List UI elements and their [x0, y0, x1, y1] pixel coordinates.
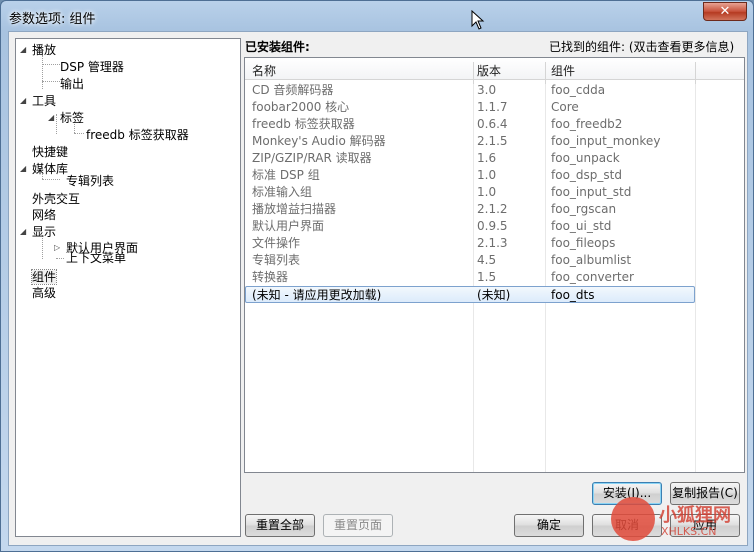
tree-item-tools[interactable]: ◢ 工具 — [20, 93, 56, 109]
tree-guide — [42, 179, 60, 180]
installed-components-heading: 已安装组件: — [245, 40, 310, 54]
mouse-cursor-icon — [471, 10, 485, 30]
column-header-name[interactable]: 名称 — [252, 62, 276, 79]
tree-item-context-menu[interactable]: 上下文菜单 — [66, 250, 126, 266]
table-row[interactable]: 播放增益扫描器 2.1.2 foo_rgscan — [245, 201, 695, 218]
expand-toggle-icon[interactable]: ◢ — [20, 224, 32, 240]
table-row[interactable]: 默认用户界面 0.9.5 foo_ui_std — [245, 218, 695, 235]
tree-guide — [42, 64, 60, 65]
table-row[interactable]: 转换器 1.5 foo_converter — [245, 269, 695, 286]
tree-item-album-list[interactable]: 专辑列表 — [66, 173, 114, 189]
expand-toggle-icon[interactable]: ▷ — [54, 240, 66, 256]
tree-item-freedb-tagger[interactable]: freedb 标签获取器 — [86, 127, 189, 143]
ok-button[interactable]: 确定 — [514, 514, 584, 537]
table-row-selected[interactable]: (未知 - 请应用更改加载) (未知) foo_dts — [245, 286, 695, 303]
tree-item-shell-integration[interactable]: 外壳交互 — [32, 191, 80, 207]
tree-guide — [56, 258, 64, 259]
tree-item-components[interactable]: 组件 — [30, 269, 58, 285]
table-row[interactable]: foobar2000 核心 1.1.7 Core — [245, 99, 695, 116]
table-row[interactable]: 专辑列表 4.5 foo_albumlist — [245, 252, 695, 269]
title-bar[interactable]: 参数选项: 组件 ✕ — [1, 1, 753, 31]
column-header-version[interactable]: 版本 — [477, 62, 501, 79]
expand-toggle-icon[interactable]: ◢ — [48, 110, 60, 126]
table-row[interactable]: freedb 标签获取器 0.6.4 foo_freedb2 — [245, 116, 695, 133]
tree-item-output[interactable]: 输出 — [60, 76, 84, 92]
watermark-text: 小狐狸网 — [659, 505, 731, 526]
site-watermark: 小狐狸网 XHLKS.CN — [601, 495, 751, 549]
list-header: 名称 版本 组件 — [245, 58, 744, 84]
tree-item-dsp-manager[interactable]: DSP 管理器 — [60, 59, 124, 75]
expand-toggle-icon[interactable]: ◢ — [20, 161, 32, 177]
header-divider[interactable] — [473, 62, 474, 84]
table-row[interactable]: ZIP/GZIP/RAR 读取器 1.6 foo_unpack — [245, 150, 695, 167]
reset-all-button[interactable]: 重置全部 — [245, 514, 315, 537]
header-divider[interactable] — [545, 62, 546, 84]
found-components-hint: 已找到的组件: (双击查看更多信息) — [549, 40, 735, 54]
tree-guide — [42, 81, 60, 82]
table-row[interactable]: 文件操作 2.1.3 foo_fileops — [245, 235, 695, 252]
window-title: 参数选项: 组件 — [9, 12, 96, 27]
tree-item-media-library[interactable]: ◢ 媒体库 — [20, 161, 68, 177]
tree-item-shortcuts[interactable]: 快捷键 — [32, 144, 68, 160]
tree-item-advanced[interactable]: 高级 — [32, 285, 56, 301]
column-separator — [695, 58, 696, 472]
table-row[interactable]: Monkey's Audio 解码器 2.1.5 foo_input_monkey — [245, 133, 695, 150]
header-divider[interactable] — [695, 62, 696, 84]
table-row[interactable]: 标准 DSP 组 1.0 foo_dsp_std — [245, 167, 695, 184]
tree-item-networking[interactable]: 网络 — [32, 207, 56, 223]
preferences-tree[interactable]: ◢ 播放 DSP 管理器 输出 ◢ 工具 ◢ 标签 freedb 标签获取器 快捷键 … — [15, 38, 241, 537]
expand-toggle-icon[interactable]: ◢ — [20, 42, 32, 58]
reset-page-button: 重置页面 — [323, 514, 393, 537]
table-row[interactable]: 标准输入组 1.0 foo_input_std — [245, 184, 695, 201]
table-row[interactable]: CD 音频解码器 3.0 foo_cdda — [245, 82, 695, 99]
tree-guide — [74, 133, 84, 134]
watermark-subtext: XHLKS.CN — [661, 525, 717, 538]
tree-item-tagging[interactable]: ◢ 标签 — [48, 110, 84, 126]
close-button[interactable]: ✕ — [703, 2, 747, 21]
tree-item-playback[interactable]: ◢ 播放 — [20, 42, 56, 58]
tree-item-display[interactable]: ◢ 显示 — [20, 224, 56, 240]
tree-guide — [42, 55, 43, 89]
components-list[interactable]: 名称 版本 组件 CD 音频解码器 3.0 foo_cdda foobar2000 … — [244, 57, 745, 473]
dialog-client-area: ◢ 播放 DSP 管理器 输出 ◢ 工具 ◢ 标签 freedb 标签获取器 快捷键 … — [8, 31, 748, 546]
preferences-window: 参数选项: 组件 ✕ ◢ 播放 DSP 管理器 输出 ◢ 工具 ◢ 标签 fre… — [0, 0, 754, 552]
fox-logo-icon — [611, 497, 655, 541]
expand-toggle-icon[interactable]: ◢ — [20, 93, 32, 109]
column-header-module[interactable]: 组件 — [551, 62, 575, 79]
